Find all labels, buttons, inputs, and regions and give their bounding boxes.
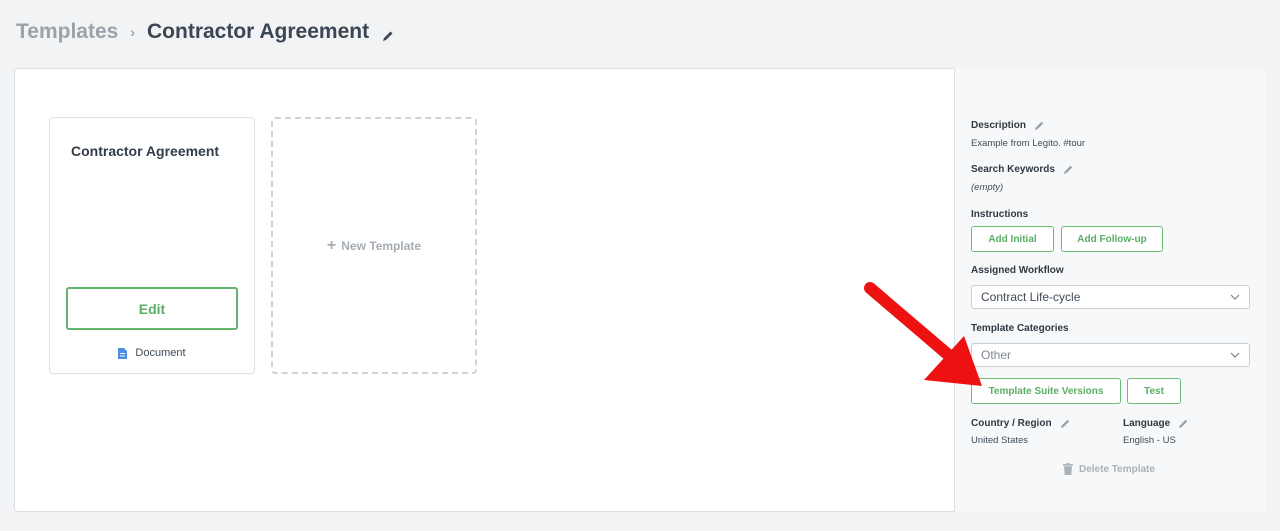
delete-template-button[interactable]: Delete Template xyxy=(1063,463,1155,475)
add-followup-button[interactable]: Add Follow-up xyxy=(1061,226,1163,252)
edit-title-pencil-icon[interactable] xyxy=(381,25,395,41)
description-label: Description xyxy=(971,120,1045,131)
chevron-down-icon xyxy=(1230,352,1240,358)
categories-select[interactable]: Other xyxy=(971,343,1250,367)
language-label: Language xyxy=(1123,418,1189,429)
template-card: Contractor Agreement Edit Document xyxy=(49,117,255,374)
country-label: Country / Region xyxy=(971,418,1071,429)
breadcrumb-templates-link[interactable]: Templates xyxy=(16,20,118,44)
chevron-down-icon xyxy=(1230,294,1240,300)
test-button[interactable]: Test xyxy=(1127,378,1181,404)
edit-country-pencil-icon[interactable] xyxy=(1060,418,1071,429)
edit-button[interactable]: Edit xyxy=(66,287,238,330)
search-keywords-label: Search Keywords xyxy=(971,164,1074,175)
search-keywords-value: (empty) xyxy=(971,182,1004,193)
template-suite-versions-button[interactable]: Template Suite Versions xyxy=(971,378,1121,404)
new-template-label: New Template xyxy=(341,238,422,253)
template-type: Document xyxy=(50,347,254,359)
page-title: Contractor Agreement xyxy=(147,20,370,43)
add-initial-button[interactable]: Add Initial xyxy=(971,226,1054,252)
plus-icon: + xyxy=(326,236,337,254)
breadcrumb-separator: › xyxy=(130,24,135,40)
document-icon xyxy=(118,347,128,359)
edit-description-pencil-icon[interactable] xyxy=(1034,120,1045,131)
template-card-title: Contractor Agreement xyxy=(71,143,220,159)
workflow-selected-value: Contract Life-cycle xyxy=(981,290,1081,304)
breadcrumb: Templates › Contractor Agreement xyxy=(16,18,395,46)
trash-icon xyxy=(1063,463,1073,475)
search-keywords-label-text: Search Keywords xyxy=(971,164,1055,175)
assigned-workflow-label: Assigned Workflow xyxy=(971,265,1064,276)
workflow-select[interactable]: Contract Life-cycle xyxy=(971,285,1250,309)
language-label-text: Language xyxy=(1123,418,1171,429)
description-value: Example from Legito. #tour xyxy=(971,138,1086,149)
instructions-label: Instructions xyxy=(971,209,1029,220)
language-value: English - US xyxy=(1123,435,1176,446)
edit-language-pencil-icon[interactable] xyxy=(1178,418,1189,429)
country-label-text: Country / Region xyxy=(971,418,1052,429)
description-label-text: Description xyxy=(971,120,1027,131)
annotation-arrow-icon xyxy=(864,282,982,386)
edit-keywords-pencil-icon[interactable] xyxy=(1063,164,1074,175)
delete-template-label: Delete Template xyxy=(1079,463,1155,475)
new-template-card[interactable]: + New Template xyxy=(271,117,477,374)
template-type-label: Document xyxy=(135,347,186,359)
country-value: United States xyxy=(971,435,1029,446)
